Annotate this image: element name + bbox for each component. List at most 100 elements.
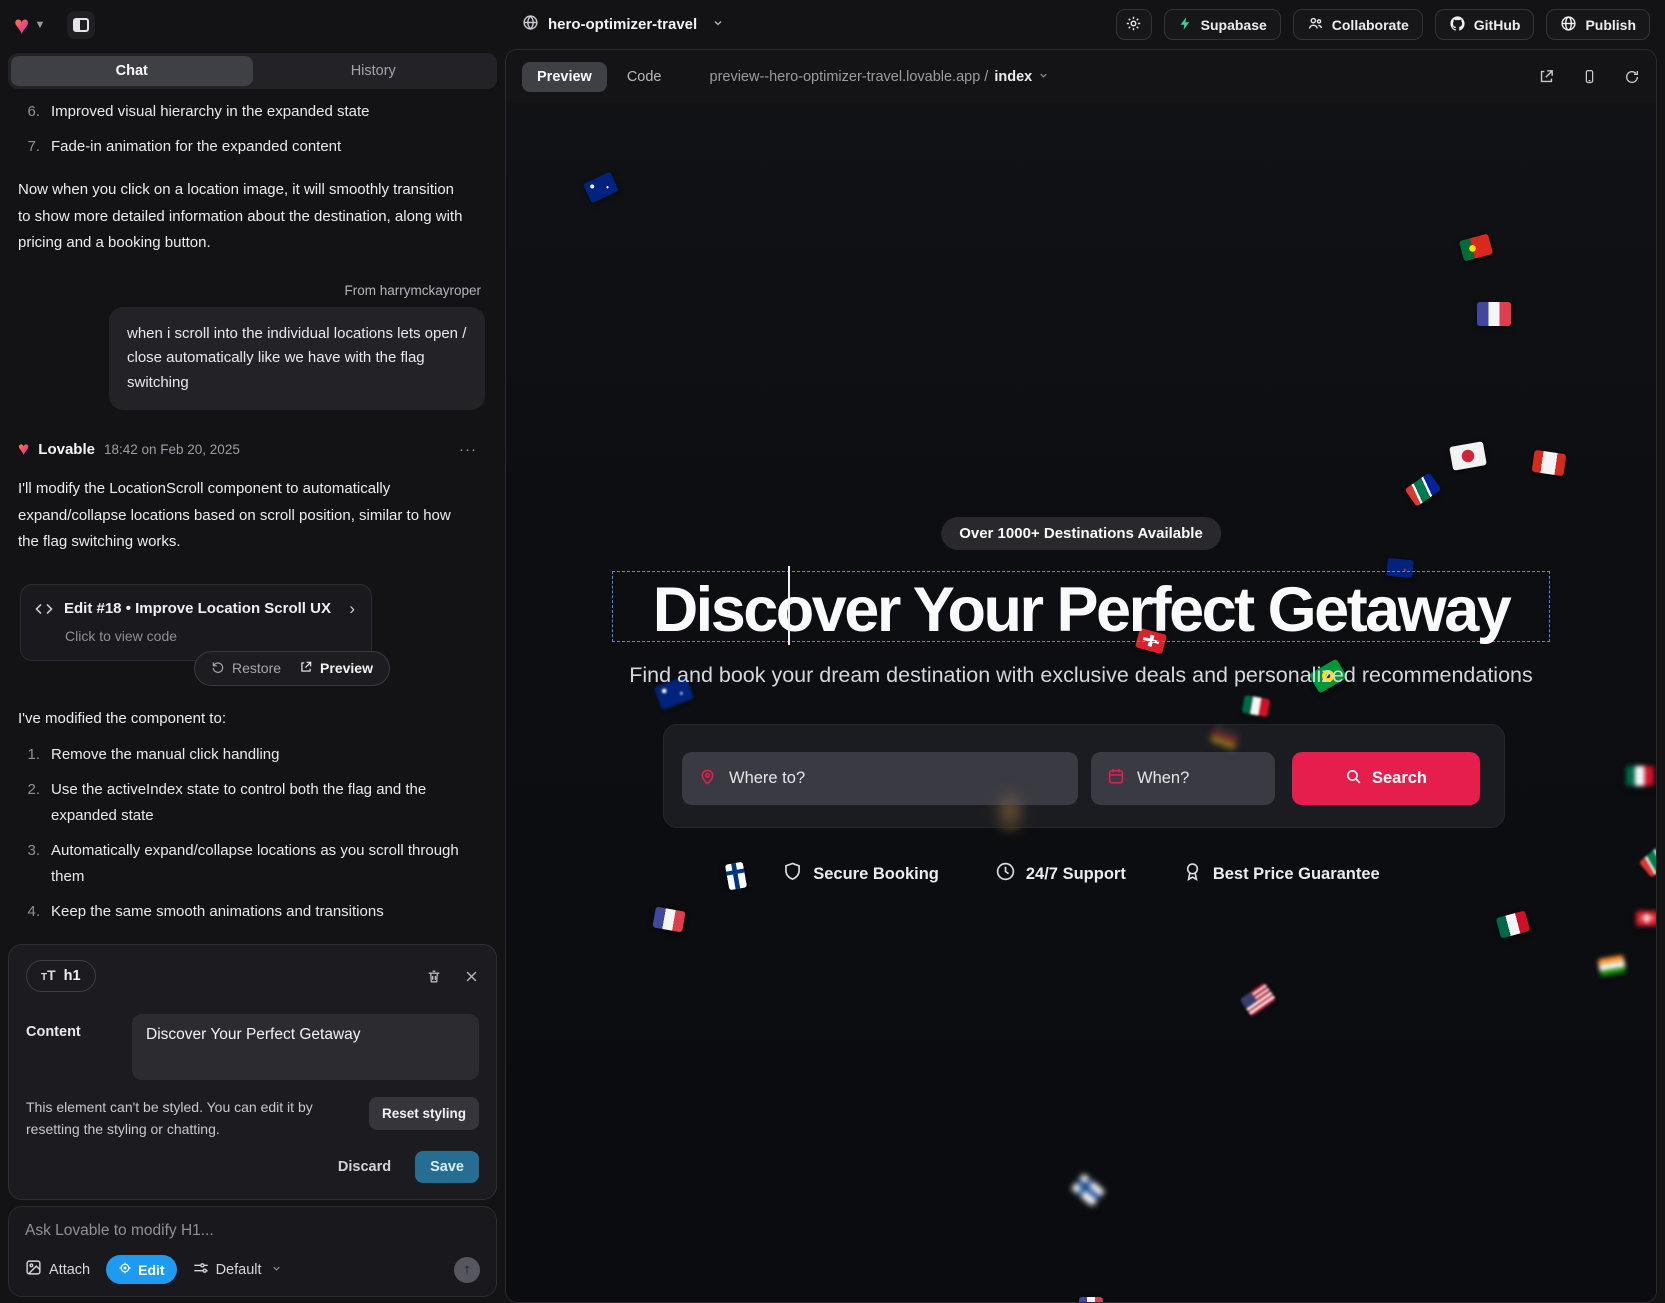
date-placeholder: When? [1137, 769, 1189, 788]
project-switcher[interactable]: hero-optimizer-travel [522, 0, 724, 49]
content-label: Content [26, 1014, 81, 1080]
trash-icon[interactable] [426, 968, 442, 985]
tab-preview[interactable]: Preview [522, 62, 607, 92]
destination-placeholder: Where to? [729, 769, 805, 788]
list-number: 1. [14, 742, 40, 768]
preview-url[interactable]: preview--hero-optimizer-travel.lovable.a… [710, 69, 1050, 85]
content-textarea[interactable]: Discover Your Perfect Getaway [132, 1014, 479, 1080]
tab-code[interactable]: Code [627, 69, 662, 85]
list-text: Remove the manual click handling [51, 742, 279, 768]
url-chevron-down-icon [1038, 69, 1049, 85]
version-actions-pill: Restore Preview [194, 651, 390, 686]
feature-label: 24/7 Support [1026, 865, 1126, 884]
flag-us-icon [1240, 982, 1277, 1016]
hero-headline[interactable]: Discover Your Perfect Getaway [506, 574, 1656, 646]
change-list: 1. Remove the manual click handling 2.Use… [14, 742, 489, 939]
collaborate-button[interactable]: Collaborate [1293, 9, 1423, 40]
flag-za-icon [1405, 472, 1442, 506]
assistant-paragraph: Now when you click on a location image, … [18, 177, 470, 257]
letter-case-icon: TT [41, 967, 56, 985]
close-icon[interactable] [464, 969, 479, 984]
sidebar-toggle-icon [73, 18, 89, 32]
target-icon [118, 1261, 132, 1278]
flag-ch-icon [1636, 911, 1656, 926]
list-text: Automatically expand/collapse locations … [51, 838, 471, 890]
mobile-view-icon[interactable] [1582, 68, 1597, 85]
logo-chevron-down-icon[interactable]: ▼ [34, 19, 45, 31]
search-button[interactable]: Search [1292, 752, 1480, 805]
preview-version-button[interactable]: Preview [299, 660, 373, 677]
list-number: 4. [14, 899, 40, 925]
tab-chat[interactable]: Chat [11, 56, 253, 86]
preview-toolbar-icons [1538, 68, 1640, 85]
github-button[interactable]: GitHub [1435, 9, 1535, 40]
destination-input[interactable]: Where to? [682, 752, 1078, 805]
restore-button[interactable]: Restore [211, 660, 281, 677]
chat-mode-select[interactable]: Default [193, 1261, 282, 1279]
flag-in-icon [1598, 955, 1627, 977]
chevron-right-icon: › [349, 599, 355, 619]
edit-card-row: Edit #18 • Improve Location Scroll UX › [35, 599, 357, 619]
refresh-icon[interactable] [1624, 69, 1640, 85]
chat-composer: Ask Lovable to modify H1... Attach Edit [8, 1206, 497, 1297]
tab-history[interactable]: History [253, 56, 495, 86]
flag-ca-icon [1532, 450, 1567, 476]
external-link-icon [299, 660, 313, 677]
element-tag-pill[interactable]: TT h1 [26, 960, 96, 992]
send-button[interactable]: ↑ [454, 1257, 480, 1283]
chevron-down-icon [271, 1263, 282, 1277]
sidebar-toggle-button[interactable] [67, 11, 95, 39]
publish-globe-icon [1560, 15, 1577, 35]
settings-button[interactable] [1116, 9, 1152, 40]
list-number: 2. [14, 777, 40, 829]
feature-support: 24/7 Support [995, 861, 1126, 887]
list-item: 7. Fade-in animation for the expanded co… [14, 134, 489, 160]
hero-subtitle: Find and book your dream destination wit… [506, 663, 1656, 688]
edit-mode-button[interactable]: Edit [106, 1255, 176, 1284]
preview-panel: Preview Code preview--hero-optimizer-tra… [505, 49, 1657, 1303]
styling-note: This element can't be styled. You can ed… [26, 1097, 342, 1140]
editor-content-row: Content Discover Your Perfect Getaway [26, 1014, 479, 1080]
feature-label: Best Price Guarantee [1213, 865, 1380, 884]
supabase-label: Supabase [1201, 17, 1267, 33]
assistant-outro: I've modified the component to: [18, 710, 489, 727]
flag-fr-icon [1477, 302, 1511, 326]
chat-scroll-area[interactable]: 6. Improved visual hierarchy in the expa… [8, 89, 497, 938]
list-number: 5. [14, 934, 40, 939]
mode-label: Default [216, 1262, 262, 1278]
composer-input[interactable]: Ask Lovable to modify H1... [25, 1222, 480, 1240]
message-more-menu[interactable]: ··· [459, 441, 485, 458]
github-label: GitHub [1474, 17, 1521, 33]
assistant-intro-paragraph: I'll modify the LocationScroll component… [18, 476, 470, 556]
list-text: Fade-in animation for the expanded conte… [51, 134, 341, 160]
list-text: Maintain all the existing content and st… [51, 934, 336, 939]
publish-button[interactable]: Publish [1546, 9, 1650, 40]
url-page: index [994, 69, 1032, 85]
save-button[interactable]: Save [415, 1151, 479, 1183]
gear-icon [1125, 15, 1142, 35]
attach-button[interactable]: Attach [25, 1259, 90, 1280]
project-chevron-down-icon [712, 16, 724, 34]
lovable-heart-icon: ♥ [18, 440, 29, 459]
list-number: 7. [14, 134, 40, 160]
code-brackets-icon [35, 602, 53, 616]
search-panel: Where to? When? Search [663, 724, 1505, 828]
edit-card-subtitle: Click to view code [65, 628, 357, 644]
list-text: Use the activeIndex state to control bot… [51, 777, 471, 829]
collaborate-label: Collaborate [1332, 17, 1409, 33]
flag-jp-icon [1449, 441, 1487, 471]
discard-button[interactable]: Discard [338, 1159, 391, 1175]
date-input[interactable]: When? [1091, 752, 1275, 805]
edit-version-card[interactable]: Edit #18 • Improve Location Scroll UX › … [20, 584, 372, 661]
attach-label: Attach [49, 1262, 90, 1278]
message-author-label: From harrymckayroper [14, 283, 481, 298]
open-external-icon[interactable] [1538, 68, 1555, 85]
feature-row: Secure Booking 24/7 Support Best Price G… [506, 861, 1656, 887]
flag-pt-icon [1459, 233, 1493, 261]
reset-styling-button[interactable]: Reset styling [369, 1097, 479, 1130]
supabase-button[interactable]: Supabase [1164, 9, 1281, 40]
publish-label: Publish [1585, 17, 1636, 33]
assistant-name: Lovable [38, 441, 95, 458]
flag-fi-icon [1071, 1173, 1105, 1206]
lovable-logo-heart-icon[interactable]: ♥ [14, 12, 29, 38]
